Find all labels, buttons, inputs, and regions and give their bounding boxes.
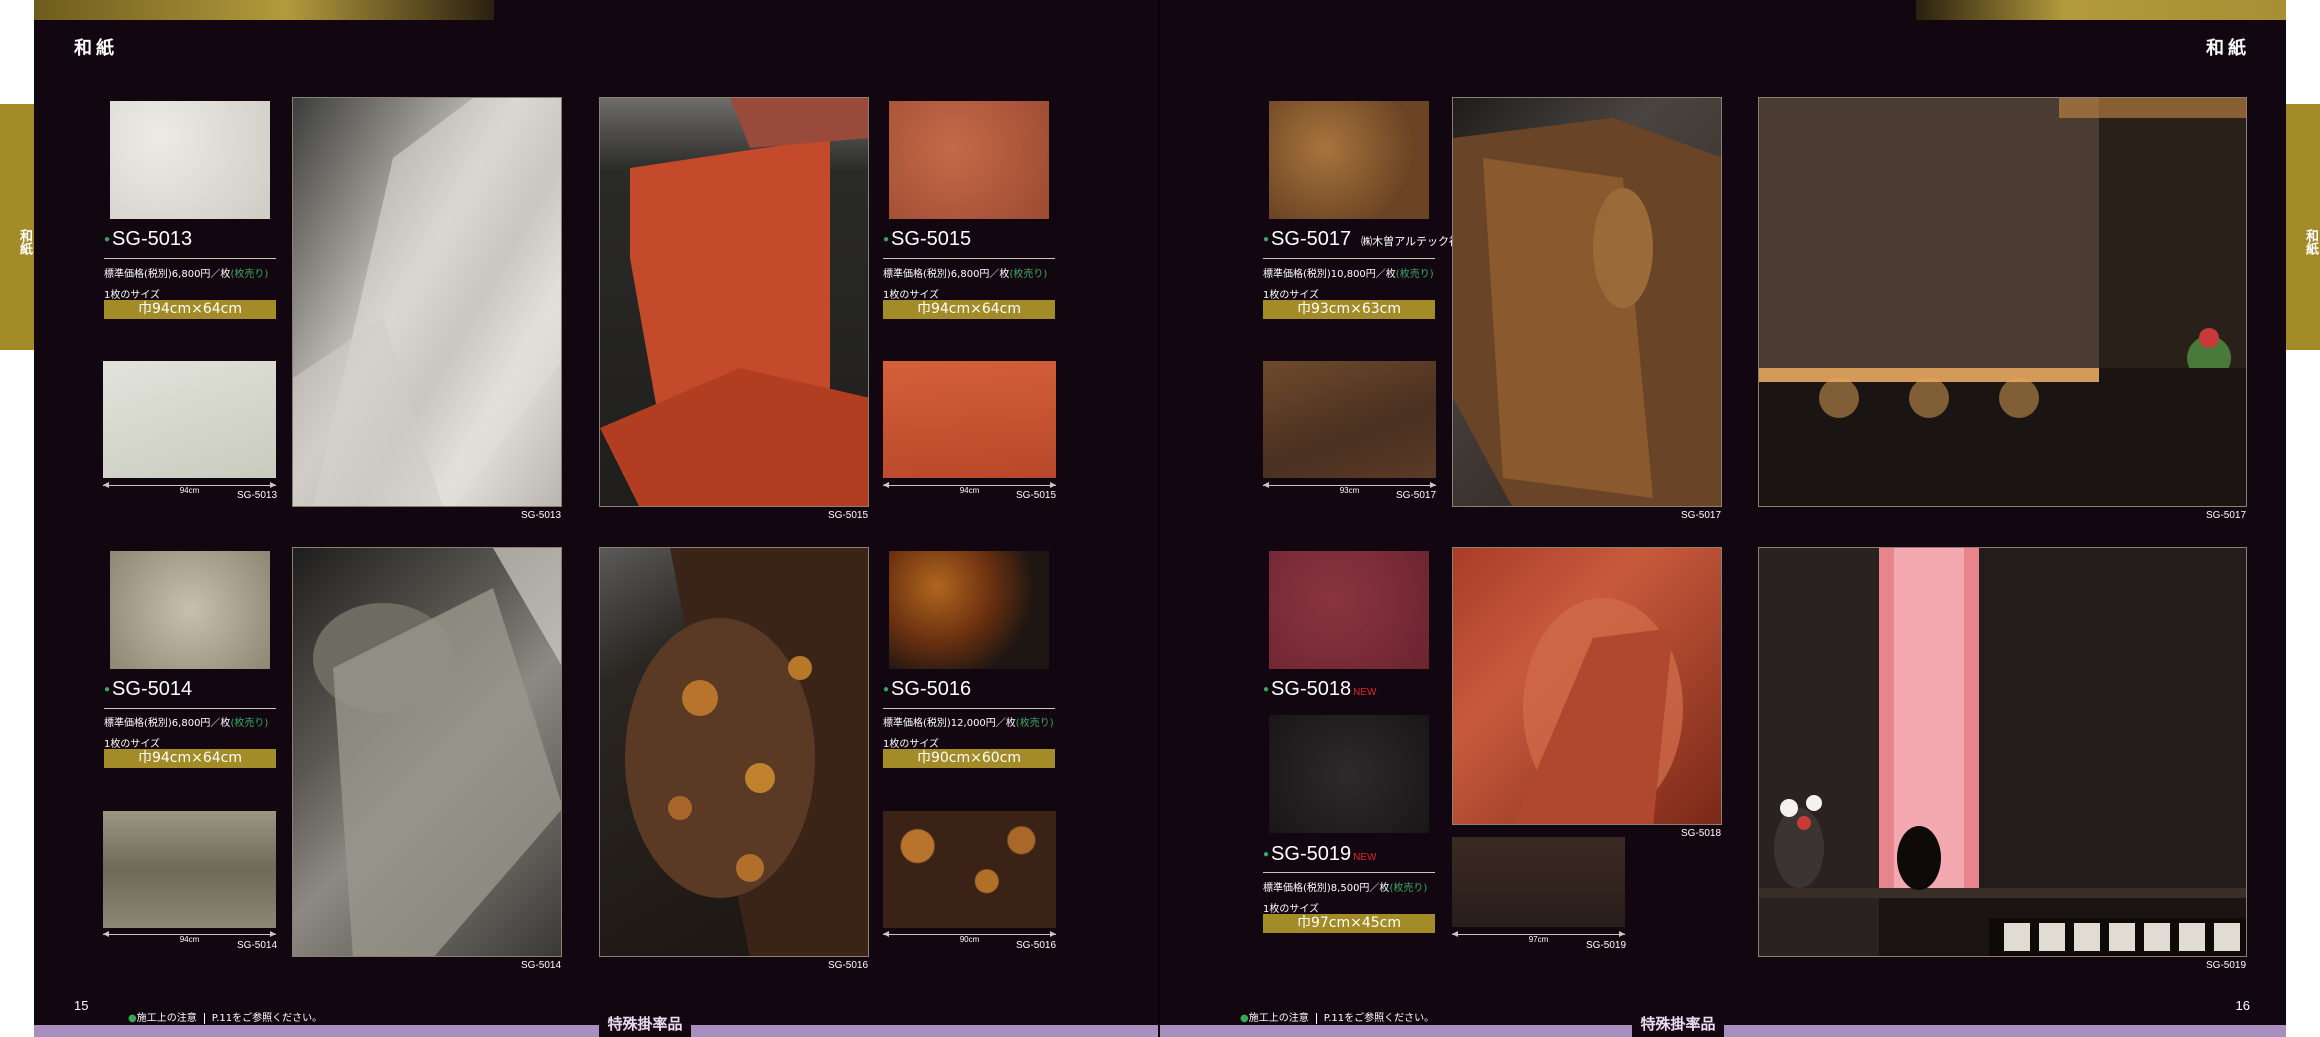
swatch-sg-5018 bbox=[1269, 551, 1429, 669]
caption: SG-5015 bbox=[1016, 490, 1057, 501]
room-caption: SG-5019 bbox=[2206, 960, 2247, 971]
caption: SG-5016 bbox=[1016, 940, 1057, 951]
photo-sg-5013 bbox=[292, 97, 562, 507]
photo-sg-5018 bbox=[1452, 547, 1722, 825]
special-rate-badge: 特殊掛率品 bbox=[1632, 1011, 1724, 1037]
size-box: 巾90cm×60cm bbox=[883, 749, 1055, 768]
top-gold-band bbox=[34, 0, 494, 20]
code-rule bbox=[883, 258, 1055, 259]
photo-sg-5017 bbox=[1452, 97, 1722, 507]
product-code: ● SG-5017 ㈱木曽アルテック社 bbox=[1263, 228, 1460, 250]
special-rate-badge: 特殊掛率品 bbox=[599, 1011, 691, 1037]
right-page: 和紙 ● SG-5017 ㈱木曽アルテック社 標準価格(税別)10,800円／枚(枚… bbox=[1160, 0, 2286, 1037]
section-title: 和紙 bbox=[2206, 38, 2250, 59]
price: 標準価格(税別)10,800円／枚(枚売り) bbox=[1263, 269, 1434, 280]
photo-caption: SG-5013 bbox=[521, 510, 562, 521]
photo-caption: SG-5015 bbox=[828, 510, 869, 521]
size-label: 1枚のサイズ bbox=[104, 290, 161, 301]
product-code: ● SG-5014 bbox=[104, 678, 193, 700]
caption: SG-5013 bbox=[237, 490, 278, 501]
swatch-sg-5019 bbox=[1269, 715, 1429, 833]
swatch-sg-5017 bbox=[1269, 101, 1429, 219]
photo-caption: SG-5014 bbox=[521, 960, 562, 971]
price: 標準価格(税別)6,800円／枚(枚売り) bbox=[883, 269, 1048, 280]
size-box: 巾94cm×64cm bbox=[104, 749, 276, 768]
size-box: 巾97cm×45cm bbox=[1263, 914, 1435, 933]
photo-caption: SG-5017 bbox=[1681, 510, 1722, 521]
caption: SG-5017 bbox=[1396, 490, 1437, 501]
page-number: 16 bbox=[2235, 998, 2250, 1013]
top-gold-band bbox=[1916, 0, 2286, 20]
swatch-sg-5016 bbox=[889, 551, 1049, 669]
code-rule bbox=[883, 708, 1055, 709]
code-rule bbox=[1263, 258, 1435, 259]
code-rule bbox=[104, 258, 276, 259]
left-page: 和紙 ● SG-5013 標準価格(税別)6,800円／枚(枚売り) 1枚のサイズ… bbox=[34, 0, 1160, 1037]
photo-caption: SG-5016 bbox=[828, 960, 869, 971]
caption: SG-5014 bbox=[237, 940, 278, 951]
side-tab: 和紙 bbox=[0, 104, 34, 350]
section-title: 和紙 bbox=[74, 38, 118, 59]
product-code: ● SG-5015 bbox=[883, 228, 972, 250]
product-code: ● SG-5016 bbox=[883, 678, 972, 700]
photo-caption: SG-5018 bbox=[1681, 828, 1722, 839]
swatch-sg-5013 bbox=[110, 101, 270, 219]
price: 標準価格(税別)6,800円／枚(枚売り) bbox=[104, 718, 269, 729]
size-label: 1枚のサイズ bbox=[1263, 290, 1320, 301]
product-code: ● SG-5019 NEW bbox=[1263, 843, 1377, 865]
swatch-detail-sg-5014 bbox=[103, 811, 276, 928]
swatch-detail-sg-5013 bbox=[103, 361, 276, 478]
swatch-detail-sg-5016 bbox=[883, 811, 1056, 928]
price: 標準価格(税別)8,500円／枚(枚売り) bbox=[1263, 883, 1428, 894]
size-label: 1枚のサイズ bbox=[883, 739, 940, 750]
room-photo-sg-5019 bbox=[1758, 547, 2247, 957]
swatch-detail-sg-5019 bbox=[1452, 837, 1625, 927]
side-tab: 和紙 bbox=[2286, 104, 2320, 350]
size-label: 1枚のサイズ bbox=[883, 290, 940, 301]
price: 標準価格(税別)6,800円／枚(枚売り) bbox=[104, 269, 269, 280]
size-box: 巾94cm×64cm bbox=[883, 300, 1055, 319]
photo-sg-5016 bbox=[599, 547, 869, 957]
room-caption: SG-5017 bbox=[2206, 510, 2247, 521]
swatch-sg-5014 bbox=[110, 551, 270, 669]
price: 標準価格(税別)12,000円／枚(枚売り) bbox=[883, 718, 1054, 729]
room-photo-sg-5017 bbox=[1758, 97, 2247, 507]
page-number: 15 bbox=[74, 998, 89, 1013]
swatch-detail-sg-5017 bbox=[1263, 361, 1436, 478]
size-label: 1枚のサイズ bbox=[104, 739, 161, 750]
swatch-sg-5015 bbox=[889, 101, 1049, 219]
code-rule bbox=[104, 708, 276, 709]
photo-sg-5015 bbox=[599, 97, 869, 507]
caption: SG-5019 bbox=[1586, 940, 1627, 951]
product-code: ● SG-5018 NEW bbox=[1263, 678, 1377, 700]
swatch-detail-sg-5015 bbox=[883, 361, 1056, 478]
size-label: 1枚のサイズ bbox=[1263, 904, 1320, 915]
product-code: ● SG-5013 bbox=[104, 228, 193, 250]
size-box: 巾93cm×63cm bbox=[1263, 300, 1435, 319]
bottom-purple-band bbox=[34, 1025, 1160, 1037]
photo-sg-5014 bbox=[292, 547, 562, 957]
size-box: 巾94cm×64cm bbox=[104, 300, 276, 319]
code-rule bbox=[1263, 872, 1435, 873]
footnote: ●施工上の注意 P.11をご参照ください。 bbox=[128, 1012, 323, 1024]
footnote: ●施工上の注意 P.11をご参照ください。 bbox=[1240, 1012, 1435, 1024]
